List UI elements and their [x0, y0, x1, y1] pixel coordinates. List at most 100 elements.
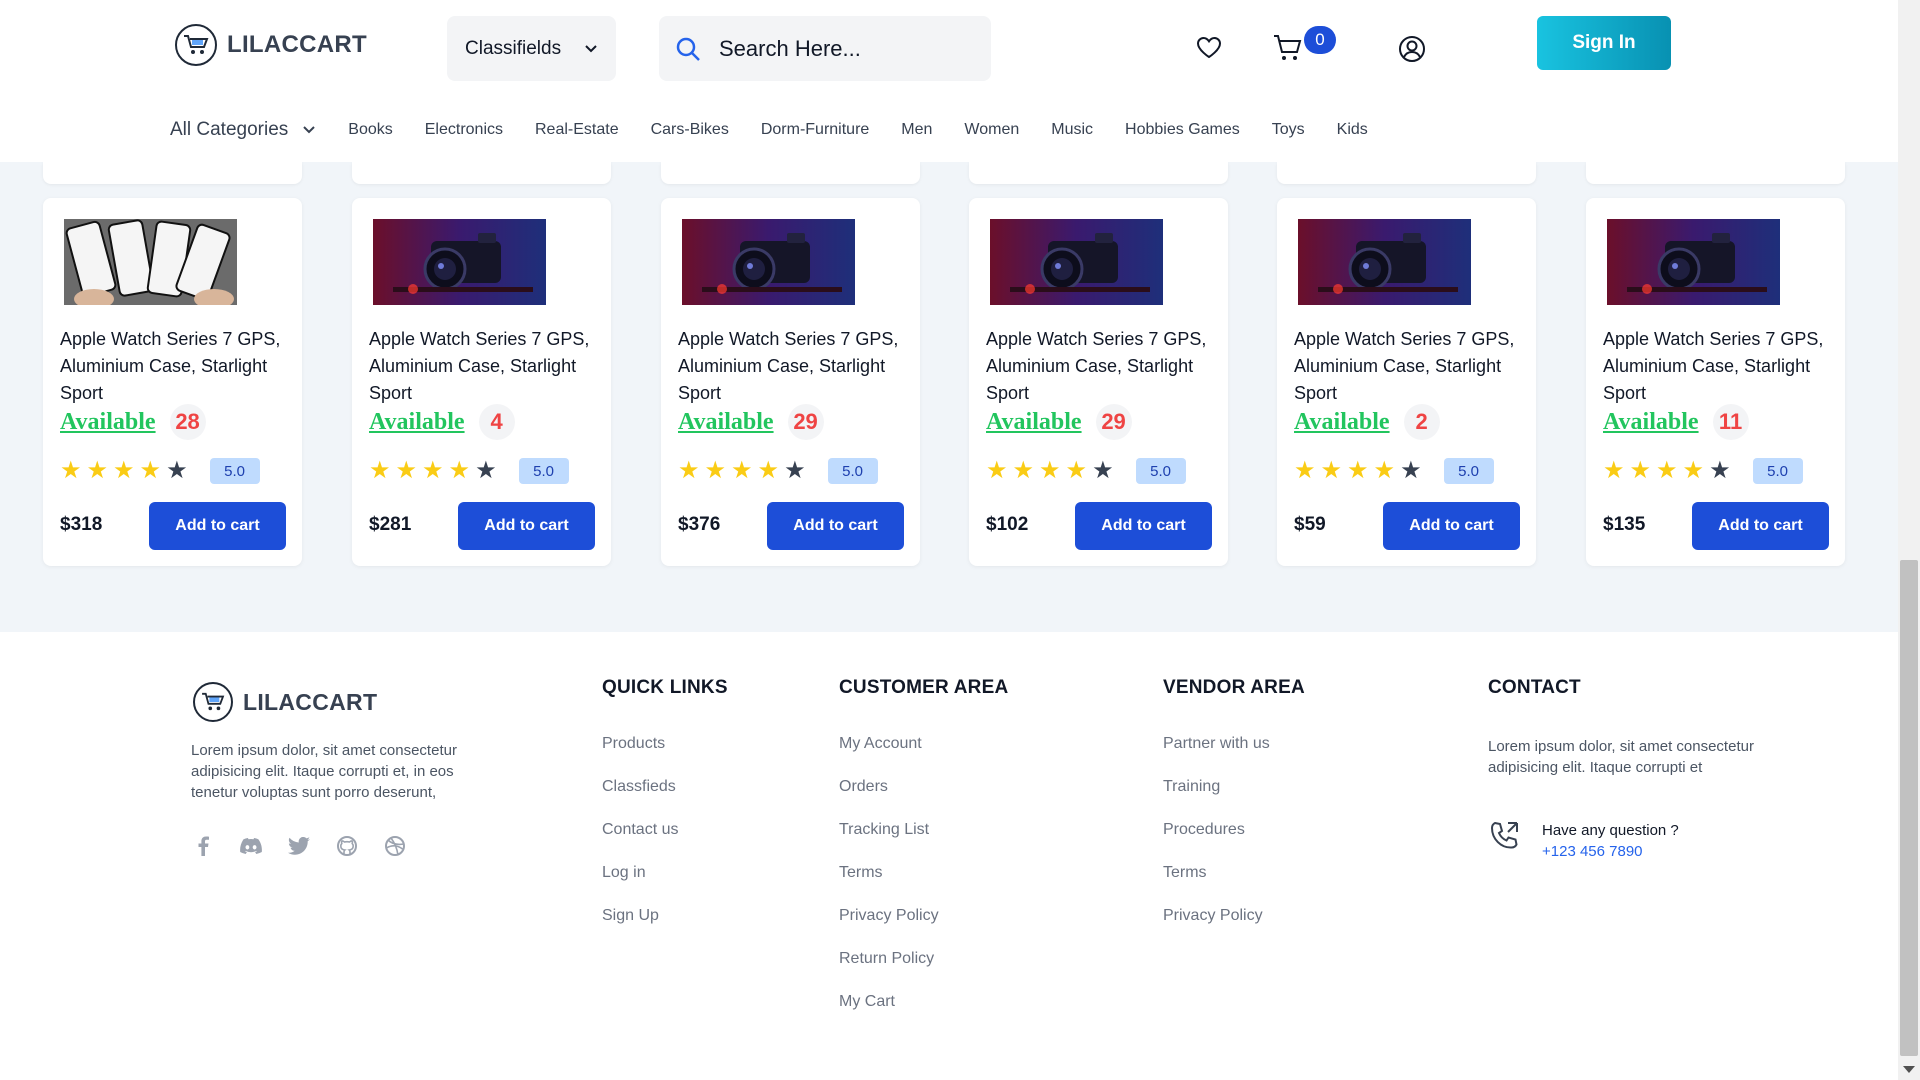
all-categories-label: All Categories: [170, 119, 289, 140]
previous-row-card: [1277, 162, 1536, 184]
add-to-cart-button[interactable]: Add to cart: [1692, 502, 1829, 550]
availability-row: Available 29: [986, 404, 1132, 440]
github-icon[interactable]: [336, 835, 358, 857]
product-title[interactable]: Apple Watch Series 7 GPS, Aluminium Case…: [986, 326, 1216, 407]
availability-status: Available: [1603, 408, 1699, 435]
all-categories-dropdown[interactable]: All Categories: [170, 119, 316, 141]
previous-row-card: [969, 162, 1228, 184]
availability-status: Available: [678, 408, 774, 435]
product-title[interactable]: Apple Watch Series 7 GPS, Aluminium Case…: [1603, 326, 1833, 407]
footer-link-procedures[interactable]: Procedures: [1163, 820, 1305, 863]
star-icon: ★: [1400, 457, 1422, 484]
footer-link-my-account[interactable]: My Account: [839, 734, 1008, 777]
footer-link-contact-us[interactable]: Contact us: [602, 820, 728, 863]
add-to-cart-button[interactable]: Add to cart: [149, 502, 286, 550]
category-dorm-furniture[interactable]: Dorm-Furniture: [761, 121, 869, 139]
product-card[interactable]: Apple Watch Series 7 GPS, Aluminium Case…: [661, 198, 920, 566]
scrollbar-thumb[interactable]: [1900, 560, 1918, 1056]
twitter-icon[interactable]: [288, 835, 310, 857]
classifield-select[interactable]: Classifields: [447, 16, 616, 81]
footer-link-training[interactable]: Training: [1163, 777, 1305, 820]
category-electronics[interactable]: Electronics: [425, 121, 503, 139]
footer-logo[interactable]: LILACCART: [193, 682, 377, 722]
product-image-camera[interactable]: [1298, 219, 1471, 305]
product-card[interactable]: Apple Watch Series 7 GPS, Aluminium Case…: [352, 198, 611, 566]
rating-badge: 5.0: [1443, 458, 1494, 484]
star-icon: ★: [1682, 457, 1705, 484]
availability-row: Available 4: [369, 404, 515, 440]
footer-link-orders[interactable]: Orders: [839, 777, 1008, 820]
scroll-down-arrow-icon[interactable]: [1903, 1066, 1915, 1073]
category-books[interactable]: Books: [348, 121, 392, 139]
product-price: $376: [678, 514, 721, 535]
product-image-camera[interactable]: [990, 219, 1163, 305]
product-title[interactable]: Apple Watch Series 7 GPS, Aluminium Case…: [678, 326, 908, 407]
star-icon: ★: [422, 457, 444, 484]
phone-icon: [1490, 821, 1518, 849]
logo[interactable]: LILACCART: [175, 24, 367, 66]
footer-link-partner[interactable]: Partner with us: [1163, 734, 1305, 777]
star-icon: ★: [1709, 457, 1731, 484]
cart-count-badge: 0: [1304, 26, 1336, 54]
category-real-estate[interactable]: Real-Estate: [535, 121, 619, 139]
category-music[interactable]: Music: [1051, 121, 1093, 139]
star-icon: ★: [1320, 457, 1343, 484]
product-image-camera[interactable]: [373, 219, 546, 305]
facebook-icon[interactable]: [192, 835, 214, 857]
category-women[interactable]: Women: [964, 121, 1019, 139]
question-label: Have any question ?: [1542, 822, 1679, 839]
search-input[interactable]: [719, 35, 959, 62]
category-kids[interactable]: Kids: [1337, 121, 1368, 139]
site-footer: LILACCART Lorem ipsum dolor, sit amet co…: [0, 632, 1898, 1080]
discord-icon[interactable]: [240, 835, 262, 857]
footer-link-vendor-privacy[interactable]: Privacy Policy: [1163, 906, 1305, 949]
product-title[interactable]: Apple Watch Series 7 GPS, Aluminium Case…: [369, 326, 599, 407]
footer-link-my-cart[interactable]: My Cart: [839, 992, 1008, 1035]
product-image-phones[interactable]: [64, 219, 237, 305]
star-icon: ★: [784, 457, 806, 484]
user-account-icon[interactable]: [1398, 35, 1426, 63]
add-to-cart-button[interactable]: Add to cart: [1383, 502, 1520, 550]
star-icon: ★: [60, 457, 82, 484]
add-to-cart-button[interactable]: Add to cart: [458, 502, 595, 550]
footer-link-log-in[interactable]: Log in: [602, 863, 728, 906]
product-image-camera[interactable]: [1607, 219, 1780, 305]
footer-link-terms[interactable]: Terms: [839, 863, 1008, 906]
product-card[interactable]: Apple Watch Series 7 GPS, Aluminium Case…: [1277, 198, 1536, 566]
star-icon: ★: [1039, 457, 1061, 484]
product-title[interactable]: Apple Watch Series 7 GPS, Aluminium Case…: [1294, 326, 1524, 407]
category-toys[interactable]: Toys: [1272, 121, 1305, 139]
star-icon: ★: [86, 457, 109, 484]
footer-link-privacy-policy[interactable]: Privacy Policy: [839, 906, 1008, 949]
sign-in-button[interactable]: Sign In: [1537, 16, 1671, 70]
star-icon: ★: [1603, 457, 1625, 484]
star-icon: ★: [448, 457, 471, 484]
footer-link-tracking-list[interactable]: Tracking List: [839, 820, 1008, 863]
footer-description: Lorem ipsum dolor, sit amet consectetur …: [191, 742, 457, 801]
dribbble-icon[interactable]: [384, 835, 406, 857]
chevron-down-icon: [585, 44, 597, 52]
add-to-cart-button[interactable]: Add to cart: [767, 502, 904, 550]
add-to-cart-button[interactable]: Add to cart: [1075, 502, 1212, 550]
customer-area-heading: CUSTOMER AREA: [839, 677, 1009, 698]
cart-icon[interactable]: [1273, 34, 1303, 62]
product-title[interactable]: Apple Watch Series 7 GPS, Aluminium Case…: [60, 326, 290, 407]
stock-count-badge: 29: [787, 404, 824, 440]
availability-status: Available: [1294, 408, 1390, 435]
product-card[interactable]: Apple Watch Series 7 GPS, Aluminium Case…: [969, 198, 1228, 566]
category-men[interactable]: Men: [901, 121, 932, 139]
footer-link-products[interactable]: Products: [602, 734, 728, 777]
footer-link-vendor-terms[interactable]: Terms: [1163, 863, 1305, 906]
category-cars-bikes[interactable]: Cars-Bikes: [651, 121, 729, 139]
footer-link-classfieds[interactable]: Classfieds: [602, 777, 728, 820]
footer-link-sign-up[interactable]: Sign Up: [602, 906, 728, 949]
footer-link-return-policy[interactable]: Return Policy: [839, 949, 1008, 992]
product-card[interactable]: Apple Watch Series 7 GPS, Aluminium Case…: [43, 198, 302, 566]
category-hobbies-games[interactable]: Hobbies Games: [1125, 121, 1240, 139]
product-card[interactable]: Apple Watch Series 7 GPS, Aluminium Case…: [1586, 198, 1845, 566]
heart-icon[interactable]: [1196, 36, 1222, 60]
star-icon: ★: [475, 457, 497, 484]
product-image-camera[interactable]: [682, 219, 855, 305]
search-icon[interactable]: [675, 36, 701, 62]
phone-number-link[interactable]: +123 456 7890: [1542, 841, 1679, 862]
